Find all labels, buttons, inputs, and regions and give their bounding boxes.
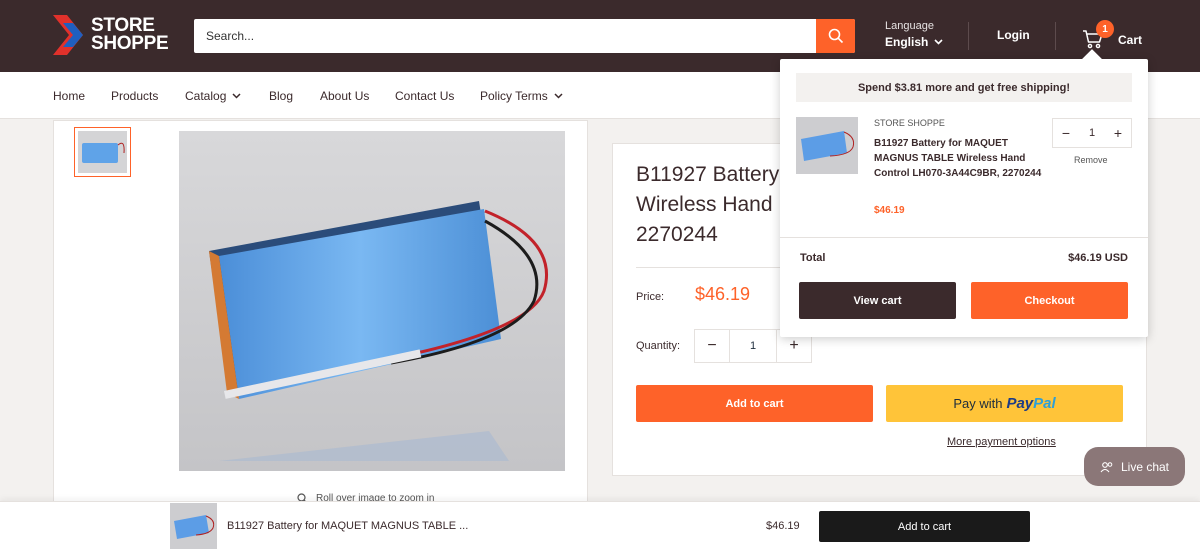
checkout-button[interactable]: Checkout <box>971 282 1128 319</box>
logo-chevron-icon <box>53 15 87 55</box>
nav-label: About Us <box>320 89 370 103</box>
cart-item-title[interactable]: B11927 Battery for MAQUET MAGNUS TABLE W… <box>874 136 1044 181</box>
divider <box>780 237 1148 238</box>
search-button[interactable] <box>816 19 855 53</box>
nav-label: Contact Us <box>395 89 455 103</box>
chevron-down-icon <box>232 93 241 99</box>
sticky-product-title: B11927 Battery for MAQUET MAGNUS TABLE .… <box>227 520 469 532</box>
nav-label: Products <box>111 89 159 103</box>
nav-item-home[interactable]: Home <box>53 89 85 103</box>
nav-item-contact-us[interactable]: Contact Us <box>395 89 454 103</box>
paypal-prefix: Pay with <box>953 396 1003 411</box>
language-label: Language <box>885 20 934 32</box>
sticky-product-price: $46.19 <box>766 520 800 532</box>
sticky-add-to-cart-button[interactable]: Add to cart <box>819 511 1030 542</box>
nav-label: Home <box>53 89 86 103</box>
cart-popup: Spend $3.81 more and get free shipping! … <box>780 49 1148 337</box>
cart-item-quantity-input[interactable]: 1 <box>1079 119 1105 147</box>
header-divider <box>968 22 969 50</box>
nav-item-products[interactable]: Products <box>111 89 158 103</box>
login-link[interactable]: Login <box>997 28 1030 42</box>
store-logo[interactable]: STORE SHOPPE <box>53 15 169 55</box>
cart-button[interactable]: 1 Cart <box>1082 20 1142 50</box>
cart-item-remove-link[interactable]: Remove <box>1074 155 1108 165</box>
more-payment-options-link[interactable]: More payment options <box>947 436 1056 448</box>
quantity-label: Quantity: <box>636 340 681 352</box>
live-chat-label: Live chat <box>1120 459 1170 474</box>
nav-label: Catalog <box>185 89 227 103</box>
sticky-add-to-cart-bar: B11927 Battery for MAQUET MAGNUS TABLE .… <box>0 501 1200 549</box>
search-icon <box>828 28 843 44</box>
nav-label: Blog <box>269 89 294 103</box>
chevron-down-icon <box>554 93 563 99</box>
cart-item-price: $46.19 <box>874 205 905 216</box>
cart-total-value: $46.19 USD <box>1068 252 1128 264</box>
chevron-down-icon <box>934 39 943 45</box>
nav-item-about-us[interactable]: About Us <box>320 89 369 103</box>
chat-people-icon <box>1100 461 1113 472</box>
nav-item-blog[interactable]: Blog <box>269 89 293 103</box>
product-main-image[interactable] <box>179 131 565 471</box>
search-input[interactable] <box>194 19 816 53</box>
sticky-product-image <box>170 503 217 549</box>
quantity-decrease-button[interactable]: − <box>695 330 729 362</box>
product-gallery: Roll over image to zoom in <box>53 120 588 510</box>
nav-item-policy-terms[interactable]: Policy Terms <box>480 89 563 103</box>
nav-label: Policy Terms <box>480 89 548 103</box>
language-selector[interactable]: Language English <box>885 20 943 49</box>
quantity-input[interactable]: 1 <box>729 330 777 362</box>
view-cart-button[interactable]: View cart <box>799 282 956 319</box>
add-to-cart-button[interactable]: Add to cart <box>636 385 873 422</box>
nav-item-catalog[interactable]: Catalog <box>185 89 241 103</box>
cart-total-label: Total <box>800 252 826 264</box>
product-price: $46.19 <box>695 284 751 304</box>
logo-line-2: SHOPPE <box>91 33 169 54</box>
search-bar <box>194 19 855 53</box>
cart-item-image[interactable] <box>796 117 858 174</box>
cart-item-decrease-button[interactable]: − <box>1053 119 1079 147</box>
price-label: Price: <box>636 291 665 303</box>
cart-item-increase-button[interactable]: + <box>1105 119 1131 147</box>
cart-label: Cart <box>1118 33 1143 47</box>
cart-item-quantity-stepper: − 1 + <box>1052 118 1132 148</box>
live-chat-button[interactable]: Live chat <box>1084 447 1185 486</box>
cart-item-vendor: STORE SHOPPE <box>874 118 945 128</box>
header-divider <box>1055 22 1056 50</box>
language-value: English <box>885 35 929 49</box>
product-thumbnail[interactable] <box>74 127 131 177</box>
free-shipping-message: Spend $3.81 more and get free shipping! <box>796 73 1132 102</box>
cart-count-badge: 1 <box>1096 20 1114 38</box>
paypal-button[interactable]: Pay with PayPal <box>886 385 1123 422</box>
paypal-logo: PayPal <box>1006 395 1056 412</box>
